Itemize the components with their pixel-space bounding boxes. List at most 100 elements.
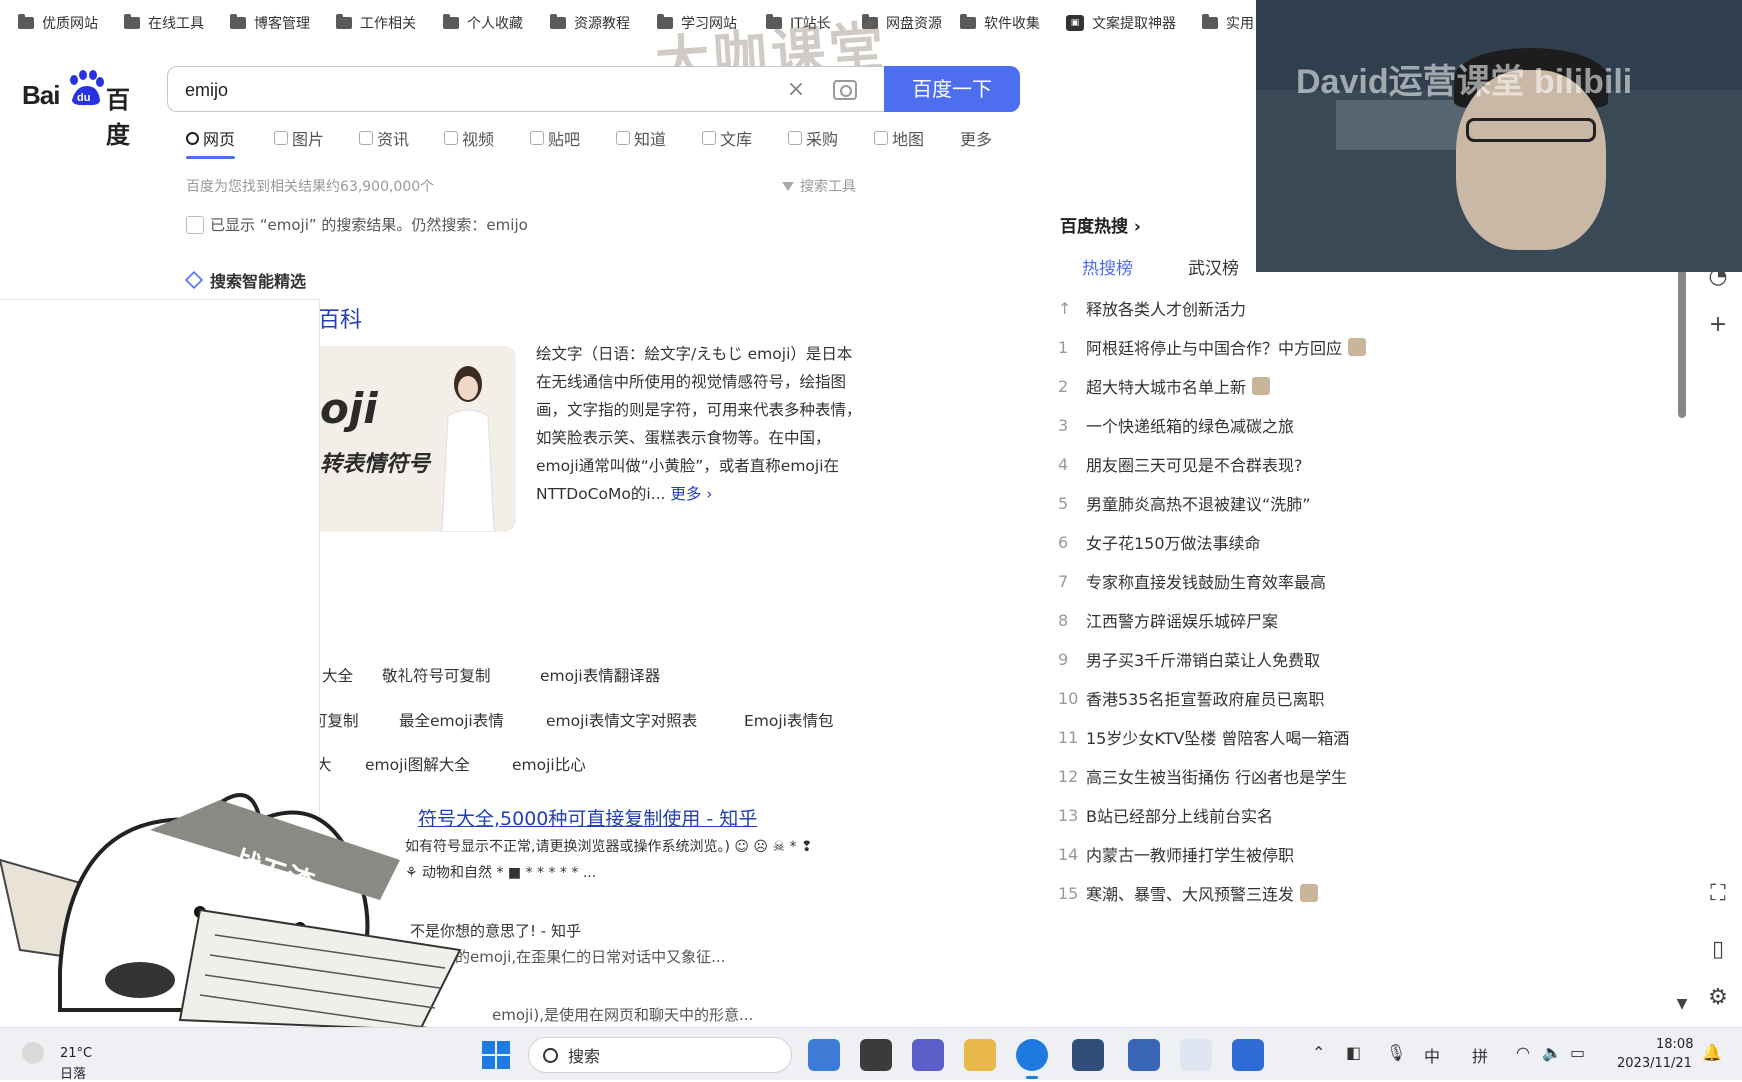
hot-search-item[interactable]: 3 一个快递纸箱的绿色减碳之旅 xyxy=(1058,413,1294,437)
tab-video[interactable]: 视频 xyxy=(444,126,494,150)
hot-text: B站已经部分上线前台实名 xyxy=(1086,807,1273,826)
document-icon xyxy=(702,131,716,145)
app-colorful-icon[interactable] xyxy=(1180,1039,1212,1071)
bookmark-folder[interactable]: 优质网站 xyxy=(18,13,98,33)
volume-icon[interactable]: 🔈 xyxy=(1542,1043,1562,1062)
bookmark-app[interactable]: ▣ 文案提取神器 xyxy=(1066,13,1176,33)
tab-wuhan-list[interactable]: 武汉榜 xyxy=(1188,254,1239,279)
plus-icon[interactable]: + xyxy=(1706,313,1730,337)
bookmark-folder[interactable]: 软件收集 xyxy=(960,13,1040,33)
hot-search-item[interactable]: 9 男子买3千斤滞销白菜让人免费取 xyxy=(1058,647,1320,671)
related-search[interactable]: emoji表情文字对照表 xyxy=(546,709,697,731)
file-explorer-icon[interactable] xyxy=(964,1039,996,1071)
hot-search-item[interactable]: 15 寒潮、暴雪、大风预警三连发 xyxy=(1058,881,1319,905)
hot-text: 江西警方辟谣娱乐城碎尸案 xyxy=(1086,612,1279,631)
clear-icon[interactable]: × xyxy=(785,79,807,101)
chevron-up-icon[interactable]: ⌃ xyxy=(1312,1043,1325,1062)
search-button[interactable]: 百度一下 xyxy=(884,66,1020,112)
app-premiere-icon[interactable] xyxy=(808,1039,840,1071)
hot-search-item[interactable]: 5 男童肺炎高热不退被建议“洗肺” xyxy=(1058,491,1311,515)
hot-rank: 2 xyxy=(1058,376,1069,396)
search-tools-button[interactable]: 搜索工具 xyxy=(782,176,856,196)
related-search[interactable]: emoji比心 xyxy=(512,753,586,775)
microphone-icon[interactable]: 🎙 xyxy=(1386,1043,1406,1062)
hot-search-item[interactable]: 2 超大特大城市名单上新 xyxy=(1058,374,1271,398)
related-search[interactable]: Emoji表情包 xyxy=(744,709,834,731)
hot-rank: 7 xyxy=(1058,571,1069,591)
wifi-icon[interactable]: ◠ xyxy=(1516,1043,1530,1062)
camera-icon[interactable] xyxy=(833,80,857,100)
weather-icon xyxy=(22,1042,44,1064)
hot-search-item[interactable]: ↑ 释放各类人才创新活力 xyxy=(1058,296,1246,320)
weather-widget[interactable]: 21°C 日落 xyxy=(22,1036,102,1082)
related-search[interactable]: 敬礼符号可复制 xyxy=(382,664,491,686)
bookmark-folder[interactable]: 实用 xyxy=(1202,13,1254,33)
tab-tieba[interactable]: 贴吧 xyxy=(530,126,580,150)
chevron-down-icon[interactable]: ▼ xyxy=(1670,992,1694,1016)
baidu-logo[interactable]: Bai du 百度 xyxy=(22,66,152,149)
tab-news[interactable]: 资讯 xyxy=(359,126,409,150)
hot-search-item[interactable]: 12 高三女生被当街捅伤 行凶者也是学生 xyxy=(1058,764,1347,788)
hot-search-item[interactable]: 14 内蒙古一教师捶打学生被停职 xyxy=(1058,842,1294,866)
search-input[interactable] xyxy=(185,77,745,103)
bookmark-folder[interactable]: 博客管理 xyxy=(230,13,310,33)
clock-date[interactable]: 2023/11/21 xyxy=(1617,1056,1692,1071)
hot-rank: 10 xyxy=(1058,688,1079,708)
app-phone-icon[interactable] xyxy=(1232,1039,1264,1071)
hot-rank: 6 xyxy=(1058,532,1069,552)
app-teams-icon[interactable] xyxy=(912,1039,944,1071)
app-terminal-icon[interactable] xyxy=(860,1039,892,1071)
hot-search-item[interactable]: 7 专家称直接发钱鼓励生育效率最高 xyxy=(1058,569,1326,593)
bookmark-folder[interactable]: 工作相关 xyxy=(336,13,416,33)
tab-zhidao[interactable]: 知道 xyxy=(616,126,666,150)
hot-search-title[interactable]: 百度热搜 › xyxy=(1060,212,1141,237)
bookmark-folder[interactable]: 个人收藏 xyxy=(443,13,523,33)
bookmark-folder[interactable]: 资源教程 xyxy=(550,13,630,33)
ime-pinyin[interactable]: 拼 xyxy=(1472,1043,1488,1067)
start-button[interactable] xyxy=(482,1041,510,1069)
tab-map[interactable]: 地图 xyxy=(874,126,924,150)
hot-search-item[interactable]: 4 朋友圈三天可见是不合群表现? xyxy=(1058,452,1303,476)
baike-image[interactable]: oji 转表情符号 xyxy=(320,346,516,532)
hot-search-item[interactable]: 10 香港535名拒宣誓政府雇员已离职 xyxy=(1058,686,1325,710)
clock-time[interactable]: 18:08 xyxy=(1656,1037,1693,1052)
tray-app-icon[interactable]: ◧ xyxy=(1346,1043,1361,1062)
taskbar-search[interactable]: 搜索 xyxy=(528,1037,792,1073)
notification-bell-icon[interactable]: 🔔 xyxy=(1702,1043,1722,1062)
hot-search-item[interactable]: 11 15岁少女KTV坠楼 曾陪客人喝一箱酒 xyxy=(1058,725,1349,749)
tab-hot-list[interactable]: 热搜榜 xyxy=(1082,254,1133,279)
related-search[interactable]: 最全emoji表情 xyxy=(399,709,504,731)
hot-search-item[interactable]: 13 B站已经部分上线前台实名 xyxy=(1058,803,1273,827)
person-illustration xyxy=(441,366,495,532)
screenshot-icon[interactable]: ⛶ xyxy=(1706,882,1730,906)
tab-more[interactable]: 更多 xyxy=(960,126,992,150)
gear-icon[interactable]: ⚙ xyxy=(1706,986,1730,1010)
baike-more-link[interactable]: 更多 › xyxy=(670,485,712,503)
hot-search-item[interactable]: 6 女子花150万做法事续命 xyxy=(1058,530,1261,554)
tab-caigou[interactable]: 采购 xyxy=(788,126,838,150)
related-search[interactable]: 大全 xyxy=(322,664,353,686)
spelling-correction[interactable]: 已显示 “emoji” 的搜索结果。仍然搜索：emijo xyxy=(186,214,528,235)
tab-images[interactable]: 图片 xyxy=(274,126,324,150)
tab-wenku[interactable]: 文库 xyxy=(702,126,752,150)
app-notepad-icon[interactable] xyxy=(1128,1039,1160,1071)
hot-text: 15岁少女KTV坠楼 曾陪客人喝一箱酒 xyxy=(1086,729,1350,748)
hot-search-item[interactable]: 8 江西警方辟谣娱乐城碎尸案 xyxy=(1058,608,1278,632)
bookmark-folder[interactable]: 在线工具 xyxy=(124,13,204,33)
edge-browser-icon[interactable] xyxy=(1016,1039,1048,1079)
taskbar: 21°C 日落 搜索 ⌃ ◧ 🎙 中 拼 ◠ 🔈 ▭ 18:08 2023/11… xyxy=(0,1027,1742,1082)
hot-search-item[interactable]: 1 阿根廷将停止与中国合作？中方回应 xyxy=(1058,335,1367,359)
app-manager-icon[interactable] xyxy=(1072,1039,1104,1071)
related-search[interactable]: emoji表情翻译器 xyxy=(540,664,660,686)
battery-icon[interactable]: ▭ xyxy=(1570,1043,1585,1062)
ime-mode[interactable]: 中 xyxy=(1424,1043,1440,1067)
search-box[interactable]: × xyxy=(167,66,884,112)
baike-title[interactable]: 百科 xyxy=(318,302,362,334)
tab-label: 资讯 xyxy=(377,130,410,149)
bookmark-label: 在线工具 xyxy=(148,16,204,32)
tab-web[interactable]: 网页 xyxy=(186,126,236,159)
logo-du: du xyxy=(77,92,90,104)
sidebar-icon[interactable]: ▯ xyxy=(1706,938,1730,962)
bookmark-label: 博客管理 xyxy=(254,16,310,32)
bookmark-label: 工作相关 xyxy=(360,16,416,32)
